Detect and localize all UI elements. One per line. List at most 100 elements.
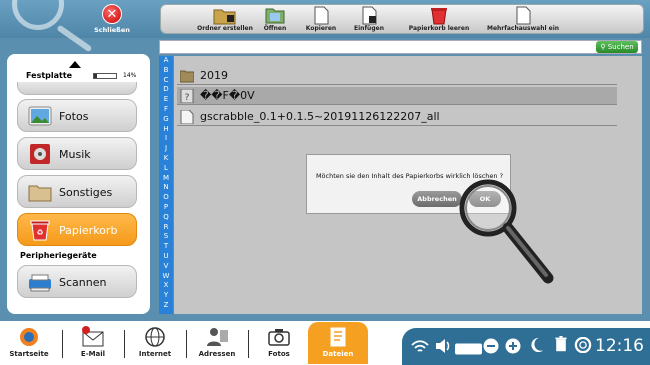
scanner-icon	[29, 274, 51, 292]
peripherals-heading: Peripheriegeräte	[20, 251, 97, 260]
alphabet-letter[interactable]: F	[159, 105, 173, 115]
file-row[interactable]: 2019	[177, 67, 617, 85]
copy-button[interactable]: Kopieren	[299, 6, 343, 34]
folder-icon	[28, 185, 52, 202]
taskbar-item-internet[interactable]: Internet	[128, 322, 182, 364]
alphabet-letter[interactable]: R	[159, 223, 173, 233]
sidebar-item-label: Musik	[59, 148, 91, 161]
create-folder-button[interactable]: Ordner erstellen	[195, 6, 255, 34]
alphabet-letter[interactable]: L	[159, 164, 173, 174]
taskbar-item-email[interactable]: E-Mail	[66, 322, 120, 364]
home-icon	[20, 328, 38, 346]
new-folder-icon	[213, 9, 236, 25]
search-button[interactable]: ⚲ Suchen	[596, 41, 638, 53]
toolbar-label: Kopieren	[305, 25, 337, 32]
search-input[interactable]	[160, 41, 594, 53]
drive-usage-fill	[94, 74, 98, 78]
taskbar-item-dateien[interactable]: Dateien	[308, 322, 368, 364]
alphabet-letter[interactable]: W	[159, 272, 173, 282]
photos-icon	[28, 106, 52, 126]
search-icon: ⚲	[600, 43, 606, 51]
confirm-dialog: Möchten sie den Inhalt des Papierkorbs w…	[306, 154, 511, 214]
taskbar-label: E-Mail	[80, 350, 106, 358]
alphabet-letter[interactable]: C	[159, 76, 173, 86]
alphabet-letter[interactable]: A	[159, 56, 173, 66]
svg-text:♻: ♻	[36, 228, 43, 237]
alphabet-letter[interactable]: U	[159, 252, 173, 262]
volume-down-icon[interactable]	[483, 338, 499, 354]
file-row[interactable]: ? ��F�0V	[177, 87, 617, 105]
sidebar-item-label: Papierkorb	[59, 224, 118, 237]
paste-button[interactable]: Einfügen	[347, 6, 391, 34]
alphabet-letter[interactable]: B	[159, 66, 173, 76]
sidebar-item-partial[interactable]	[17, 82, 137, 95]
file-row[interactable]: gscrabble_0.1+0.1.5~20191126122207_all	[177, 108, 617, 126]
taskbar-separator	[248, 330, 249, 358]
wifi-icon[interactable]	[411, 339, 429, 355]
alphabet-letter[interactable]: J	[159, 144, 173, 154]
alphabet-letter[interactable]: N	[159, 183, 173, 193]
search-box	[159, 40, 642, 54]
sidebar-item-fotos[interactable]: Fotos	[17, 99, 137, 132]
unknown-file-icon: ?	[180, 89, 194, 103]
taskbar-item-startseite[interactable]: Startseite	[2, 322, 56, 364]
alphabet-letter[interactable]: S	[159, 232, 173, 242]
toolbar-label: Ordner erstellen	[197, 25, 253, 32]
multi-select-icon	[516, 6, 531, 25]
alphabet-letter[interactable]: Q	[159, 213, 173, 223]
alphabet-letter[interactable]: Y	[159, 291, 173, 301]
toolbar-label: Öffnen	[263, 25, 287, 32]
taskbar-item-adressen[interactable]: Adressen	[190, 322, 244, 364]
close-icon: ✕	[102, 4, 122, 24]
file-name: 2019	[200, 69, 228, 82]
sidebar-item-musik[interactable]: Musik	[17, 137, 137, 170]
scroll-up-arrow-icon[interactable]	[69, 61, 81, 68]
open-button[interactable]: Öffnen	[255, 6, 295, 34]
alphabet-letter[interactable]: M	[159, 174, 173, 184]
sidebar-item-label: Sonstiges	[59, 186, 113, 199]
search-button-label: Suchen	[607, 43, 634, 51]
sidebar-item-papierkorb[interactable]: ♻ Papierkorb	[17, 213, 137, 246]
trash-status-icon[interactable]	[553, 336, 569, 352]
moon-icon[interactable]	[529, 337, 545, 353]
folder-icon	[180, 70, 194, 83]
alphabet-letter[interactable]: E	[159, 95, 173, 105]
alphabet-letter[interactable]: V	[159, 262, 173, 272]
files-icon	[330, 327, 346, 347]
cancel-button[interactable]: Abbrechen	[412, 191, 462, 207]
alphabet-letter[interactable]: I	[159, 134, 173, 144]
paste-icon	[362, 6, 377, 25]
volume-icon[interactable]	[434, 338, 452, 354]
mail-icon	[82, 326, 104, 347]
alphabet-letter[interactable]: G	[159, 115, 173, 125]
sidebar-item-label: Scannen	[59, 276, 107, 289]
toolbar-label: Papierkorb leeren	[408, 25, 470, 32]
alphabet-letter[interactable]: Z	[159, 301, 173, 311]
open-icon	[265, 8, 285, 24]
taskbar-label: Adressen	[198, 350, 236, 358]
close-button[interactable]: ✕ Schließen	[92, 4, 132, 34]
toolbar: Ordner erstellen Öffnen Kopieren Einfüge…	[160, 4, 644, 34]
alphabet-letter[interactable]: H	[159, 125, 173, 135]
sidebar-item-scannen[interactable]: Scannen	[17, 265, 137, 298]
volume-up-icon[interactable]	[505, 338, 521, 354]
svg-text:?: ?	[185, 93, 190, 103]
alphabet-letter[interactable]: K	[159, 154, 173, 164]
volume-level-bar-icon[interactable]	[455, 341, 482, 357]
taskbar-item-fotos[interactable]: Fotos	[252, 322, 306, 364]
ok-button[interactable]: OK	[469, 191, 501, 207]
alphabet-letter[interactable]: P	[159, 203, 173, 213]
sidebar-item-sonstiges[interactable]: Sonstiges	[17, 175, 137, 208]
help-lifebuoy-icon[interactable]	[574, 337, 592, 353]
file-name: gscrabble_0.1+0.1.5~20191126122207_all	[200, 110, 440, 123]
empty-trash-button[interactable]: Papierkorb leeren	[407, 6, 471, 34]
alphabet-letter[interactable]: T	[159, 242, 173, 252]
music-icon	[30, 144, 50, 164]
multi-select-button[interactable]: Mehrfachauswahl ein	[483, 6, 563, 34]
toolbar-label: Mehrfachauswahl ein	[486, 25, 560, 32]
contacts-icon	[207, 328, 228, 346]
alphabet-letter[interactable]: D	[159, 85, 173, 95]
alphabet-letter[interactable]: O	[159, 193, 173, 203]
alphabet-letter[interactable]: X	[159, 281, 173, 291]
copy-icon	[314, 6, 329, 25]
